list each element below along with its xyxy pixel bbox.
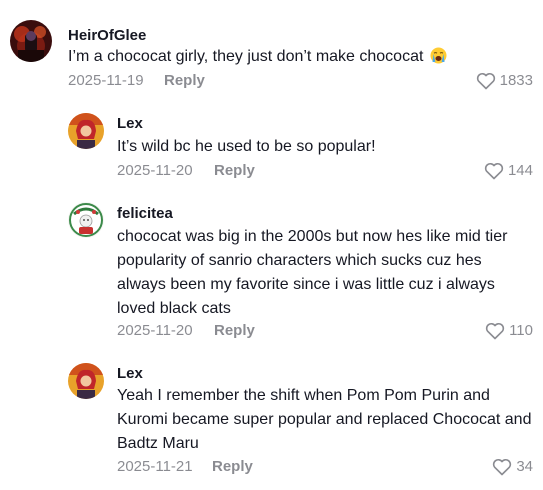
like-count: 144 (507, 162, 533, 179)
like-button[interactable]: 144 (484, 161, 533, 181)
heart-outline-icon (492, 458, 512, 476)
avatar[interactable] (68, 363, 104, 399)
like-count: 34 (516, 458, 533, 475)
comment-text-content: It’s wild bc he used to be so popular! (117, 138, 376, 155)
comment-text-line: popularity of sanrio characters which su… (117, 252, 482, 269)
reply-button[interactable]: Reply (212, 458, 253, 476)
heart-outline-icon (485, 322, 505, 340)
comment-username[interactable]: HeirOfGlee (68, 27, 146, 45)
like-count: 1833 (499, 72, 533, 89)
comment-username[interactable]: felicitea (117, 205, 173, 223)
comment-text-line: Yeah I remember the shift when Pom Pom P… (117, 387, 490, 404)
avatar[interactable] (10, 20, 52, 62)
comment-text-line: chococat was big in the 2000s but now he… (117, 228, 508, 245)
comment-text-line: Kuromi became super popular and replaced… (117, 411, 532, 428)
comment-text-line: loved black cats (117, 300, 231, 317)
avatar[interactable] (68, 202, 104, 238)
like-count: 110 (509, 322, 533, 339)
reply-button[interactable]: Reply (164, 72, 205, 90)
like-button[interactable]: 34 (492, 457, 533, 477)
loudly-crying-face-icon (430, 47, 447, 64)
comment-text: It’s wild bc he used to be so popular! (117, 135, 376, 159)
comment-text: I’m a chococat girly, they just don’t ma… (68, 45, 447, 69)
like-button[interactable]: 1833 (476, 71, 533, 91)
comment-text-line: always been my favorite since i was litt… (117, 276, 495, 293)
reply-button[interactable]: Reply (214, 322, 255, 340)
avatar[interactable] (68, 113, 104, 149)
heart-outline-icon (484, 162, 504, 180)
reply-button[interactable]: Reply (214, 162, 255, 180)
comment-username[interactable]: Lex (117, 365, 143, 383)
comment-text-line: Badtz Maru (117, 435, 199, 452)
comment-text: Yeah I remember the shift when Pom Pom P… (117, 384, 531, 456)
comment-username[interactable]: Lex (117, 115, 143, 133)
comment-date: 2025-11-20 (117, 322, 193, 339)
comment-date: 2025-11-20 (117, 162, 193, 179)
like-button[interactable]: 110 (485, 321, 533, 341)
heart-outline-icon (476, 72, 496, 90)
comment-date: 2025-11-21 (117, 458, 193, 475)
comment-date: 2025-11-19 (68, 72, 144, 89)
comment-text-content: I’m a chococat girly, they just don’t ma… (68, 48, 424, 65)
comment-text: chococat was big in the 2000s but now he… (117, 225, 507, 321)
